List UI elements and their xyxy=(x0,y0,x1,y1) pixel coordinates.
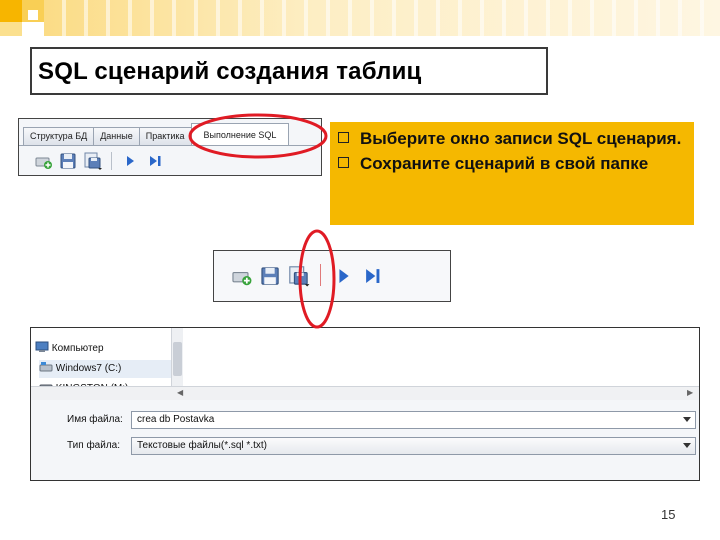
filetype-select[interactable]: Текстовые файлы(*.sql *.txt) xyxy=(131,437,696,455)
tab-db-structure[interactable]: Структура БД xyxy=(23,127,95,145)
tab-practice[interactable]: Практика xyxy=(138,127,192,145)
instruction-callout: Выберите окно записи SQL сценария. Сохра… xyxy=(330,122,694,225)
toolbar-screenshot: Структура БД Данные Практика Выполнение … xyxy=(18,118,322,176)
slide-title: SQL сценарий создания таблиц xyxy=(38,58,422,85)
add-script-icon[interactable] xyxy=(230,265,252,286)
chevron-down-icon[interactable] xyxy=(683,417,691,422)
computer-icon xyxy=(35,341,49,352)
scroll-right-icon[interactable]: ▶ xyxy=(687,388,693,397)
tree-item-computer[interactable]: Компьютер xyxy=(35,340,104,358)
tab-execute-sql[interactable]: Выполнение SQL xyxy=(190,123,290,145)
save-script-icon[interactable] xyxy=(259,265,280,286)
save-as-icon[interactable] xyxy=(288,265,310,287)
tab-divider xyxy=(19,145,321,146)
execute-to-end-icon[interactable] xyxy=(145,151,165,171)
execute-to-end-icon[interactable] xyxy=(362,265,383,286)
toolbar-buttons xyxy=(33,151,165,171)
filename-input[interactable]: crea db Postavka xyxy=(131,411,696,429)
scroll-left-icon[interactable]: ◀ xyxy=(177,388,183,397)
execute-icon[interactable] xyxy=(120,151,140,171)
toolbar-separator xyxy=(111,152,112,170)
add-script-icon[interactable] xyxy=(33,151,53,171)
toolbar-buttons-zoomed xyxy=(230,264,383,287)
scrollbar-thumb[interactable] xyxy=(173,342,182,376)
save-script-icon[interactable] xyxy=(58,151,78,171)
execute-icon[interactable] xyxy=(333,265,354,286)
filetype-label: Тип файла: xyxy=(67,440,120,451)
decorative-header-band xyxy=(0,0,720,44)
callout-item: Сохраните сценарий в свой папке xyxy=(338,152,688,175)
page-number: 15 xyxy=(661,507,676,522)
tab-bar: Структура БД Данные Практика Выполнение … xyxy=(23,123,290,145)
chevron-down-icon[interactable] xyxy=(683,443,691,448)
tree-item-windows7-c[interactable]: Windows7 (C:) xyxy=(39,360,173,378)
filename-label: Имя файла: xyxy=(67,414,123,425)
tab-data[interactable]: Данные xyxy=(93,127,140,145)
save-as-icon[interactable] xyxy=(83,151,103,171)
save-file-dialog-screenshot: Компьютер Windows7 (C:) KINGSTON (M:) ◀ … xyxy=(30,327,700,481)
toolbar-separator xyxy=(320,264,321,286)
zoomed-toolbar-screenshot xyxy=(213,250,451,302)
dialog-fields: Имя файла: crea db Postavka Тип файла: Т… xyxy=(31,400,699,480)
checkbox-bullet-icon xyxy=(338,157,349,168)
drive-icon xyxy=(39,362,53,372)
callout-item: Выберите окно записи SQL сценария. xyxy=(338,127,688,150)
checkbox-bullet-icon xyxy=(338,132,349,143)
horizontal-scrollbar[interactable]: ◀ ▶ xyxy=(31,386,699,400)
slide-title-box: SQL сценарий создания таблиц xyxy=(30,47,548,95)
